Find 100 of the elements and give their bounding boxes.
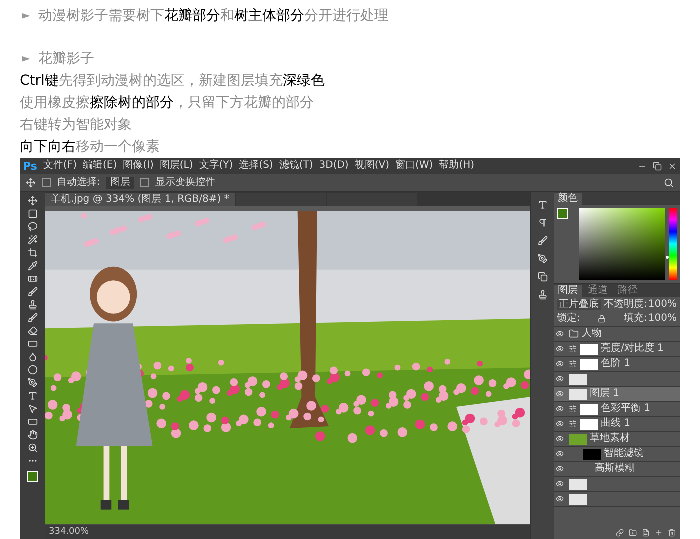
menu-item[interactable]: 选择(S) bbox=[239, 161, 274, 172]
panel-tab[interactable]: 图层 bbox=[554, 285, 582, 298]
eye-icon[interactable] bbox=[556, 480, 564, 488]
eye-icon[interactable] bbox=[556, 345, 564, 354]
eye-icon[interactable] bbox=[556, 390, 564, 398]
menu-item[interactable]: 滤镜(T) bbox=[279, 161, 314, 172]
new-layer-icon[interactable] bbox=[642, 529, 650, 537]
panel-tab[interactable]: 路径 bbox=[614, 285, 642, 298]
type-icon[interactable] bbox=[28, 391, 38, 402]
link-icon[interactable] bbox=[616, 529, 624, 537]
layer-name: 草地素材 bbox=[590, 434, 630, 444]
layer-row[interactable] bbox=[554, 372, 680, 388]
bullet-marker: ► bbox=[22, 51, 30, 67]
section-heading: 花瓣影子 bbox=[38, 50, 94, 69]
layer-name: 曲线 1 bbox=[601, 419, 631, 430]
lock-icon[interactable] bbox=[598, 315, 606, 324]
menu-item[interactable]: 窗口(W) bbox=[395, 161, 434, 172]
paragraph-icon[interactable] bbox=[538, 218, 548, 228]
color-picker-field[interactable] bbox=[579, 208, 665, 280]
bandage-icon[interactable] bbox=[28, 274, 38, 284]
menu-item[interactable]: 视图(V) bbox=[354, 161, 390, 172]
pen-icon[interactable] bbox=[28, 378, 38, 388]
layer-row[interactable]: 曲线 1 bbox=[554, 417, 680, 432]
adjustment-icon bbox=[569, 345, 577, 354]
eye-icon[interactable] bbox=[556, 405, 564, 414]
mask-thumbnail bbox=[580, 404, 598, 415]
layer-row[interactable]: 图层 1 bbox=[554, 387, 680, 402]
wand-icon[interactable] bbox=[28, 235, 38, 246]
adjustment-icon bbox=[569, 360, 577, 368]
folder-icon[interactable] bbox=[629, 529, 637, 537]
lasso-icon[interactable] bbox=[28, 222, 38, 232]
layer-row[interactable] bbox=[554, 477, 680, 492]
layer-row[interactable]: 亮度/对比度 1 bbox=[554, 342, 680, 358]
instruction-text: 右键转为智能对象 bbox=[20, 116, 132, 135]
menu-item[interactable]: 帮助(H) bbox=[439, 161, 475, 172]
pen-icon[interactable] bbox=[538, 254, 548, 264]
menu-item[interactable]: 编辑(E) bbox=[82, 161, 118, 172]
adjustment-icon bbox=[569, 405, 577, 414]
brush-icon[interactable] bbox=[538, 236, 548, 246]
drop-icon[interactable] bbox=[28, 352, 38, 362]
layer-row[interactable] bbox=[554, 492, 680, 508]
menu-item[interactable]: 文字(Y) bbox=[199, 161, 234, 172]
menu-item[interactable]: 3D(D) bbox=[319, 161, 349, 172]
close-icon[interactable] bbox=[668, 162, 677, 171]
checkbox[interactable] bbox=[42, 178, 51, 188]
layer-row[interactable]: 智能滤镜 bbox=[554, 447, 680, 462]
eyedropper-icon[interactable] bbox=[28, 261, 38, 272]
foreground-color-swatch[interactable] bbox=[557, 208, 568, 220]
pointer-icon[interactable] bbox=[28, 404, 38, 414]
document-tab[interactable]: 羊机.jpg @ 334% (图层 1, RGB/8#) * bbox=[45, 193, 236, 206]
eye-icon[interactable] bbox=[556, 495, 564, 504]
eye-icon[interactable] bbox=[556, 450, 564, 458]
eye-icon[interactable] bbox=[556, 330, 564, 338]
layer-row[interactable]: 色彩平衡 1 bbox=[554, 402, 680, 418]
clone-icon[interactable] bbox=[538, 272, 548, 282]
layer-row[interactable]: 人物 bbox=[554, 327, 680, 342]
move-icon[interactable] bbox=[28, 196, 38, 206]
panel-tab[interactable]: 通道 bbox=[584, 285, 612, 298]
zoom-status: 334.00% bbox=[49, 528, 90, 536]
layer-row[interactable]: 草地素材 bbox=[554, 432, 680, 448]
layer-dropdown[interactable]: 图层 bbox=[106, 176, 134, 189]
eye-icon[interactable] bbox=[556, 360, 564, 368]
checkbox[interactable] bbox=[140, 178, 150, 188]
hue-slider-thumb[interactable] bbox=[666, 256, 669, 259]
zoom-icon[interactable] bbox=[28, 443, 38, 454]
lock-label: 锁定: bbox=[557, 314, 580, 324]
blend-mode-dropdown[interactable]: 正片叠底 bbox=[557, 300, 601, 310]
menu-item[interactable]: 图层(L) bbox=[160, 161, 194, 172]
section-heading: 动漫树影子需要树下花瓣部分和树主体部分分开进行处理 bbox=[38, 7, 388, 26]
rectangle-icon[interactable] bbox=[28, 417, 38, 428]
trash-icon[interactable] bbox=[668, 529, 676, 537]
marquee-icon[interactable] bbox=[28, 209, 38, 220]
panel-tab[interactable]: 颜色 bbox=[554, 193, 582, 206]
menu-item[interactable]: 文件(F) bbox=[43, 161, 77, 172]
instruction-text: 使用橡皮擦擦除树的部分，只留下方花瓣的部分 bbox=[20, 94, 314, 113]
folder-icon bbox=[569, 329, 579, 340]
search-icon[interactable] bbox=[664, 178, 674, 188]
restore-icon[interactable] bbox=[653, 162, 662, 171]
crop-icon[interactable] bbox=[28, 248, 38, 258]
hand-icon[interactable] bbox=[28, 430, 38, 440]
move-icon[interactable] bbox=[26, 178, 36, 188]
eraser-icon[interactable] bbox=[28, 326, 38, 336]
foreground-color-swatch[interactable] bbox=[27, 471, 38, 482]
layer-row[interactable]: 色阶 1 bbox=[554, 357, 680, 372]
eye-icon[interactable] bbox=[556, 420, 564, 428]
layer-name: 亮度/对比度 1 bbox=[601, 344, 664, 354]
menu-item[interactable]: 图像(I) bbox=[123, 161, 154, 172]
eye-icon[interactable] bbox=[556, 435, 564, 444]
stamp-icon[interactable] bbox=[28, 300, 38, 310]
layer-row[interactable]: 高斯模糊 bbox=[554, 462, 680, 478]
eye-icon[interactable] bbox=[556, 375, 564, 384]
eye-icon[interactable] bbox=[556, 465, 564, 474]
add-icon[interactable] bbox=[655, 529, 663, 537]
stamp-icon[interactable] bbox=[538, 290, 548, 300]
layer-thumbnail bbox=[569, 434, 587, 445]
brush-icon[interactable] bbox=[28, 287, 38, 298]
option-label: 自动选择: bbox=[57, 178, 100, 188]
character-icon[interactable] bbox=[538, 200, 548, 210]
layer-thumbnail bbox=[569, 374, 587, 385]
instruction-text: 向下向右移动一个像素 bbox=[20, 138, 160, 157]
